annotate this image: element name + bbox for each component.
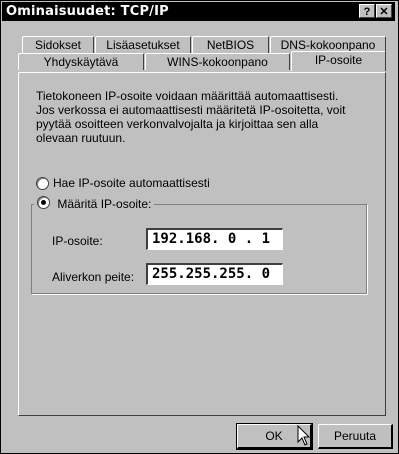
radio-auto-ip-label[interactable]: Hae IP-osoite automaattisesti xyxy=(53,176,210,190)
tab-lisaasetukset[interactable]: Lisäasetukset xyxy=(95,36,191,53)
tab-yhdyskaytava[interactable]: Yhdyskäytävä xyxy=(18,53,144,70)
radio-auto-ip[interactable] xyxy=(36,177,49,190)
radio-manual-ip[interactable] xyxy=(37,196,50,209)
radio-selected-dot xyxy=(41,200,46,205)
ip-address-field[interactable]: 192.168. 0 . 1 xyxy=(146,228,283,250)
close-button[interactable]: ✕ xyxy=(376,4,392,18)
window-title: Ominaisuudet: TCP/IP xyxy=(6,4,169,19)
tab-wins-kokoonpano[interactable]: WINS-kokoonpano xyxy=(145,53,290,70)
group-legend: Määritä IP-osoite: xyxy=(34,196,155,211)
subnet-mask-label: Aliverkon peite: xyxy=(52,270,135,284)
tab-ip-osoite[interactable]: IP-osoite xyxy=(291,51,386,71)
tab-netbios[interactable]: NetBIOS xyxy=(192,36,269,53)
cancel-button[interactable]: Peruuta xyxy=(318,424,393,449)
ip-address-label: IP-osoite: xyxy=(52,234,103,248)
radio-manual-ip-label[interactable]: Määritä IP-osoite: xyxy=(57,197,151,211)
tab-sidokset[interactable]: Sidokset xyxy=(22,36,94,53)
title-bar: Ominaisuudet: TCP/IP ? ✕ xyxy=(2,2,395,21)
description-text: Tietokoneen IP-osoite voidaan määrittää … xyxy=(36,89,346,145)
help-button[interactable]: ? xyxy=(359,4,375,18)
subnet-mask-field[interactable]: 255.255.255. 0 xyxy=(146,263,283,285)
mouse-cursor-icon xyxy=(297,425,311,446)
close-icon: ✕ xyxy=(379,6,389,18)
